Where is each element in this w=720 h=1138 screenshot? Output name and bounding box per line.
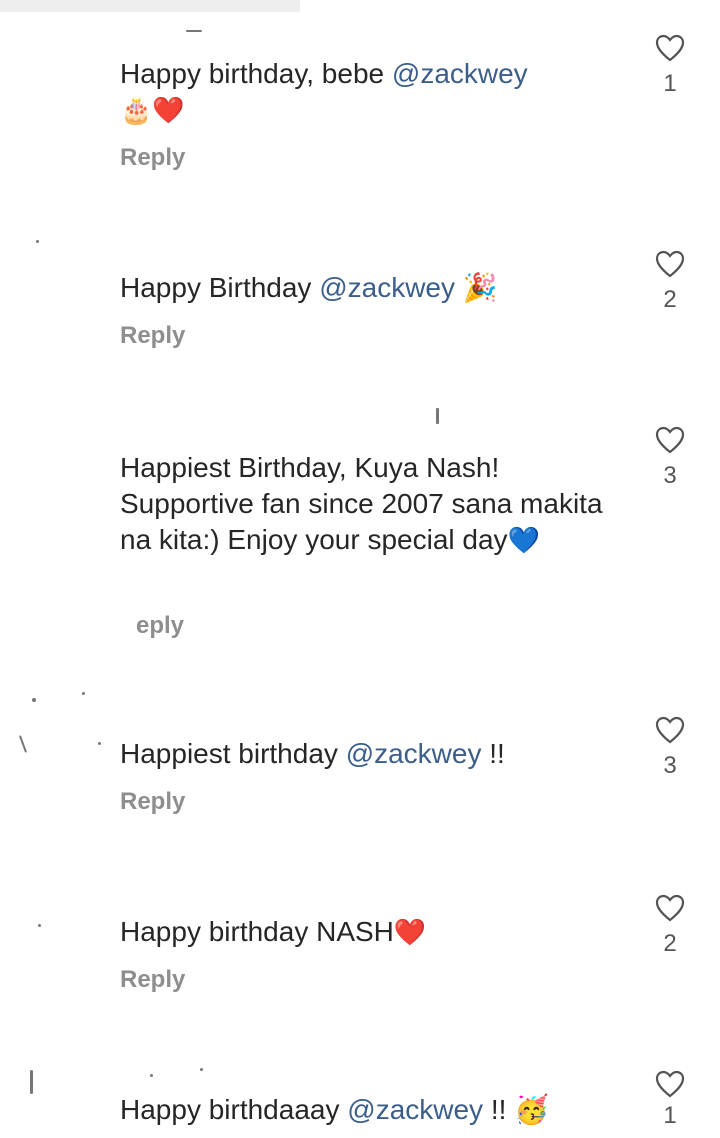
speck — [98, 742, 101, 745]
mention-link[interactable]: @zackwey — [347, 1094, 483, 1125]
speck — [150, 1074, 153, 1077]
like-button[interactable]: 3 — [650, 716, 690, 780]
reply-button[interactable]: Reply — [120, 144, 185, 172]
comment-body: Happy birthdaaay — [120, 1094, 348, 1125]
comment-body: Happiest birthday — [120, 738, 346, 769]
speck — [186, 30, 202, 32]
speck — [200, 1068, 203, 1071]
speck — [32, 698, 36, 702]
speck — [436, 408, 439, 424]
comment-suffix: !! — [481, 738, 505, 769]
like-count: 1 — [663, 1102, 677, 1129]
like-button[interactable]: 1 — [650, 34, 690, 98]
heart-outline-icon — [655, 894, 685, 922]
comment-body: Happy birthday NASH — [120, 916, 394, 947]
heart-outline-icon — [655, 716, 685, 744]
heart-outline-icon — [655, 1070, 685, 1098]
comment-text: Happy birthday NASH❤️ — [120, 914, 620, 950]
speck — [36, 240, 39, 243]
reply-button[interactable]: Reply — [120, 788, 185, 816]
like-count: 2 — [663, 930, 677, 957]
heart-outline-icon — [655, 250, 685, 278]
like-button[interactable]: 2 — [650, 894, 690, 958]
like-count: 3 — [663, 752, 677, 779]
heart-outline-icon — [655, 34, 685, 62]
like-button[interactable]: 2 — [650, 250, 690, 314]
comment-body: Happy Birthday — [120, 272, 320, 303]
mention-link[interactable]: @zackwey — [319, 272, 455, 303]
reply-button[interactable]: Reply — [120, 966, 185, 994]
comment-text: Happy Birthday @zackwey 🎉 — [120, 270, 620, 306]
like-count: 2 — [663, 286, 677, 313]
speck — [18, 735, 28, 753]
comment-text: Happy birthdaaay @zackwey !! 🥳 — [120, 1092, 620, 1128]
like-count: 1 — [663, 70, 677, 97]
like-count: 3 — [663, 462, 677, 489]
speck — [82, 692, 85, 695]
comment-text: Happy birthday, bebe @zackwey 🎂❤️ — [120, 56, 620, 128]
comment-body: Happy birthday, bebe — [120, 58, 392, 89]
comment-text: Happiest Birthday, Kuya Nash! Supportive… — [120, 450, 610, 558]
emoji-line: 🎂❤️ — [120, 95, 185, 125]
like-button[interactable]: 1 — [650, 1070, 690, 1130]
top-edge — [0, 0, 300, 12]
comment-text: Happiest birthday @zackwey !! — [120, 736, 620, 772]
reply-button[interactable]: eply — [136, 612, 184, 640]
like-button[interactable]: 3 — [650, 426, 690, 490]
comment-suffix: !! 🥳 — [483, 1094, 550, 1125]
speck — [38, 924, 41, 927]
mention-link[interactable]: @zackwey — [392, 58, 528, 89]
comment-suffix: 🎉 — [455, 272, 498, 303]
heart-outline-icon — [655, 426, 685, 454]
reply-button[interactable]: Reply — [120, 322, 185, 350]
red-heart-emoji: ❤️ — [393, 917, 427, 947]
blue-heart-emoji: 💙 — [507, 525, 540, 555]
speck — [30, 1070, 33, 1094]
mention-link[interactable]: @zackwey — [346, 738, 482, 769]
